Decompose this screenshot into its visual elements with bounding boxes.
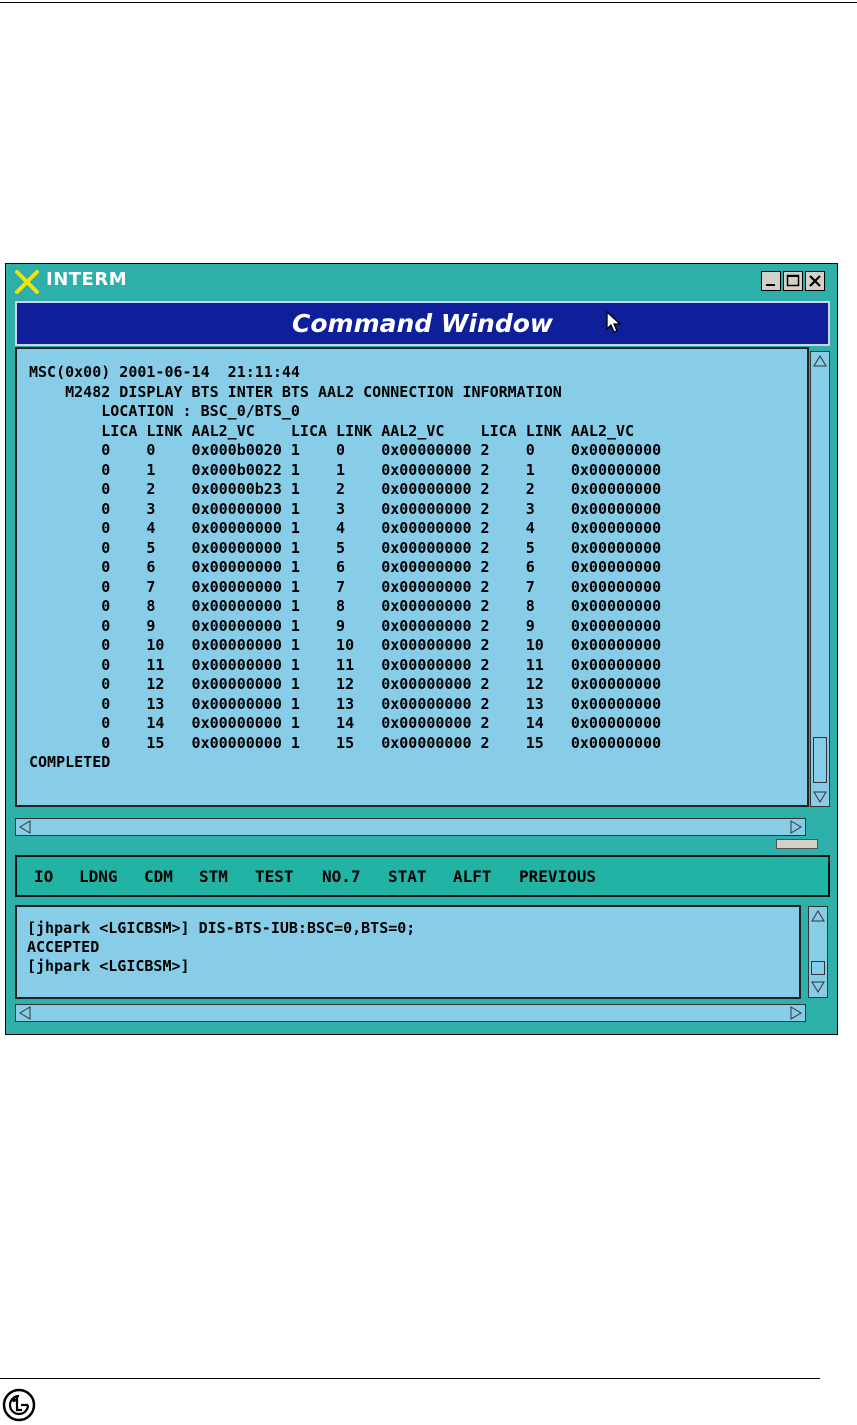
menu-item-alft[interactable]: ALFT (453, 867, 492, 886)
command-history-line: [jhpark <LGICBSM>] DIS-BTS-IUB:BSC=0,BTS… (27, 919, 416, 937)
menu-item-stat[interactable]: STAT (388, 867, 427, 886)
menu-item-test[interactable]: TEST (255, 867, 294, 886)
lg-logo-icon (2, 1388, 36, 1422)
output-line: 0 13 0x00000000 1 13 0x00000000 2 13 0x0… (29, 694, 662, 713)
output-line: 0 5 0x00000000 1 5 0x00000000 2 5 0x0000… (29, 538, 662, 557)
output-line: 0 15 0x00000000 1 15 0x00000000 2 15 0x0… (29, 733, 662, 752)
output-line: 0 10 0x00000000 1 10 0x00000000 2 10 0x0… (29, 636, 662, 654)
minimize-button[interactable] (761, 271, 781, 291)
output-line: 0 14 0x00000000 1 14 0x00000000 2 14 0x0… (29, 714, 662, 732)
cursor-icon (606, 311, 622, 333)
maximize-icon (786, 274, 800, 287)
close-icon (809, 275, 821, 287)
scroll-down-icon[interactable] (812, 789, 828, 805)
scroll-down-icon[interactable] (810, 979, 826, 995)
command-history-line: ACCEPTED (27, 938, 100, 956)
interm-window: INTERM Command Window MSC(0x00) 2001-06-… (5, 263, 838, 1035)
maximize-button[interactable] (783, 271, 803, 291)
output-line: 0 4 0x00000000 1 4 0x00000000 2 4 0x0000… (29, 519, 662, 537)
command-window-header: Command Window (15, 301, 830, 346)
output-line: 0 7 0x00000000 1 7 0x00000000 2 7 0x0000… (29, 577, 662, 596)
menu-item-previous[interactable]: PREVIOUS (519, 867, 596, 886)
menu-item-ldng[interactable]: LDNG (79, 867, 118, 886)
input-vertical-scrollbar[interactable] (808, 906, 828, 998)
output-line: 0 6 0x00000000 1 6 0x00000000 2 6 0x0000… (29, 558, 662, 576)
output-line: 0 11 0x00000000 1 11 0x00000000 2 11 0x0… (29, 655, 662, 674)
scroll-left-icon[interactable] (17, 819, 33, 835)
output-panel[interactable]: MSC(0x00) 2001-06-14 21:11:44 M2482 DISP… (15, 347, 809, 807)
menu-item-cdm[interactable]: CDM (144, 867, 173, 886)
command-history-line: [jhpark <LGICBSM>] (27, 957, 190, 975)
output-line: 0 9 0x00000000 1 9 0x00000000 2 9 0x0000… (29, 616, 662, 635)
output-line: 0 3 0x00000000 1 3 0x00000000 2 3 0x0000… (29, 499, 662, 518)
output-line: COMPLETED (29, 753, 111, 771)
output-line: MSC(0x00) 2001-06-14 21:11:44 (29, 363, 300, 381)
command-input-panel[interactable]: [jhpark <LGICBSM>] DIS-BTS-IUB:BSC=0,BTS… (15, 905, 801, 999)
menu-item-io[interactable]: IO (34, 867, 53, 886)
bottom-page-rule (0, 1378, 820, 1379)
input-horizontal-scrollbar[interactable] (15, 1004, 806, 1022)
output-line: 0 1 0x000b0022 1 1 0x00000000 2 1 0x0000… (29, 460, 662, 479)
menu-item-stm[interactable]: STM (199, 867, 228, 886)
output-line: 0 12 0x00000000 1 12 0x00000000 2 12 0x0… (29, 675, 662, 693)
x-app-icon (15, 270, 39, 294)
menu-item-no7[interactable]: NO.7 (322, 867, 361, 886)
scroll-right-icon[interactable] (788, 819, 804, 835)
scroll-right-icon[interactable] (788, 1005, 804, 1021)
scroll-up-icon[interactable] (810, 908, 826, 924)
input-scroll-thumb[interactable] (811, 961, 825, 975)
top-page-rule (0, 2, 857, 3)
output-line: M2482 DISPLAY BTS INTER BTS AAL2 CONNECT… (29, 382, 562, 401)
pane-splitter-handle[interactable] (776, 839, 818, 849)
output-line: LOCATION : BSC_0/BTS_0 (29, 402, 300, 420)
scroll-up-icon[interactable] (812, 353, 828, 369)
scroll-left-icon[interactable] (17, 1005, 33, 1021)
minimize-icon (766, 284, 775, 286)
output-scroll-thumb[interactable] (813, 737, 827, 783)
output-line: 0 8 0x00000000 1 8 0x00000000 2 8 0x0000… (29, 597, 662, 615)
output-line: 0 0 0x000b0020 1 0 0x00000000 2 0 0x0000… (29, 441, 662, 459)
window-title: INTERM (46, 269, 128, 290)
close-button[interactable] (805, 271, 825, 291)
output-text: MSC(0x00) 2001-06-14 21:11:44 M2482 DISP… (29, 363, 661, 773)
menu-bar: IO LDNG CDM STM TEST NO.7 STAT ALFT PREV… (15, 855, 830, 897)
output-horizontal-scrollbar[interactable] (15, 818, 806, 836)
output-line: LICA LINK AAL2_VC LICA LINK AAL2_VC LICA… (29, 421, 635, 440)
output-vertical-scrollbar[interactable] (810, 351, 830, 807)
title-bar[interactable]: INTERM (8, 266, 835, 296)
output-line: 0 2 0x00000b23 1 2 0x00000000 2 2 0x0000… (29, 480, 662, 498)
command-window-title: Command Window (292, 309, 553, 338)
command-history-text: [jhpark <LGICBSM>] DIS-BTS-IUB:BSC=0,BTS… (27, 919, 415, 976)
